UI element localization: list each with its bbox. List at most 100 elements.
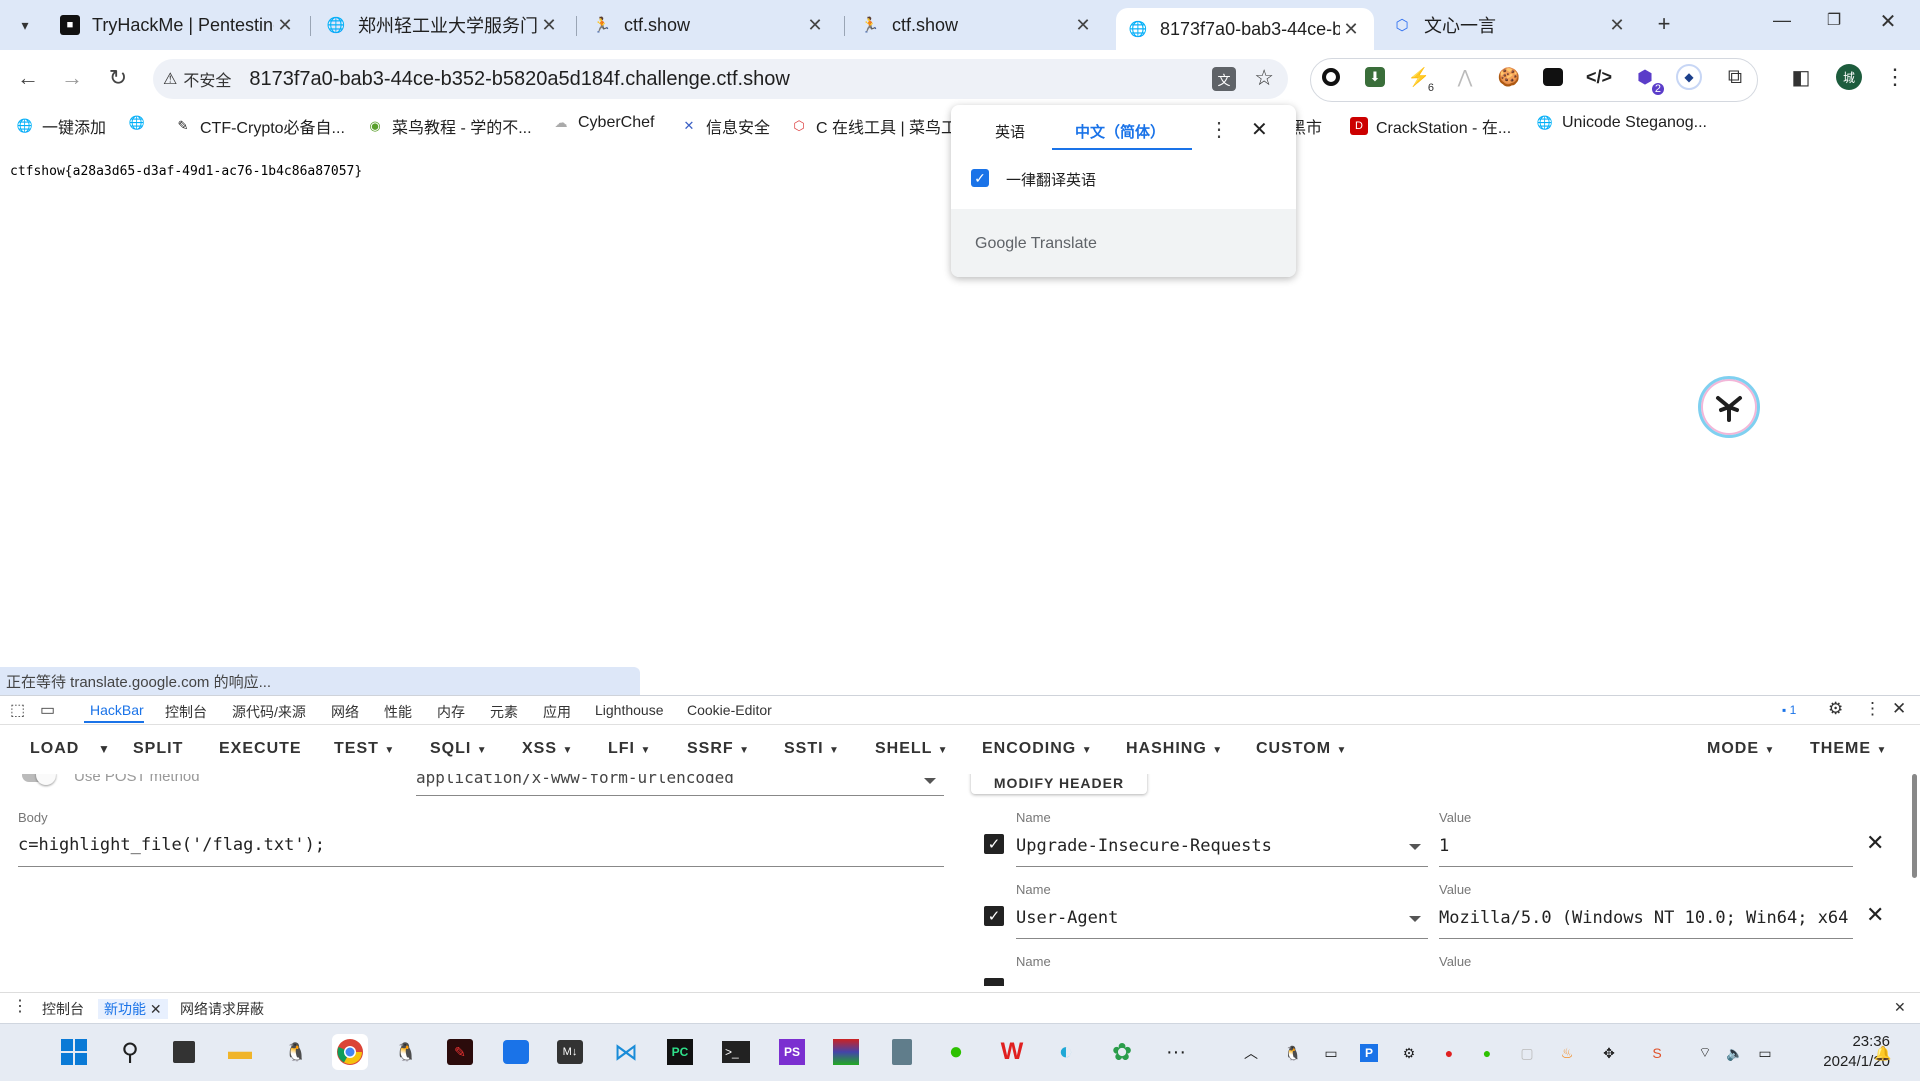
tab-manager-icon[interactable]: ⚡ 6 [1404, 62, 1434, 95]
download-ext-icon[interactable]: ⬇ [1360, 62, 1390, 92]
xss-menu[interactable]: XSS ▼ [522, 740, 573, 758]
bookmark-item[interactable]: ✎ CTF-Crypto必备自... [174, 114, 345, 138]
split-button[interactable]: SPLIT [133, 740, 183, 758]
bookmark-item[interactable]: ⬡ C 在线工具 | 菜鸟工 [790, 114, 957, 138]
reload-icon[interactable]: ↻ [102, 62, 134, 94]
device-toggle-icon[interactable]: ▭ [40, 700, 55, 720]
p-app-icon[interactable]: P [1358, 1042, 1380, 1064]
bookmark-item[interactable]: ☁ CyberChef [552, 114, 655, 132]
phpstorm-icon[interactable]: PS [774, 1034, 810, 1070]
qq-icon[interactable]: 🐧 [278, 1034, 314, 1070]
ssrf-menu[interactable]: SSRF ▼ [687, 740, 750, 758]
terminal-app-icon[interactable]: ✎ [442, 1034, 478, 1070]
display-icon[interactable]: ▭ [1320, 1042, 1342, 1064]
settings-gear-icon[interactable]: ⚙ [1828, 699, 1843, 719]
chevron-down-icon[interactable] [1409, 916, 1421, 922]
header-enabled-checkbox[interactable]: ✓ [984, 906, 1004, 926]
execute-button[interactable]: EXECUTE [219, 740, 302, 758]
load-dropdown-icon[interactable]: ▼ [98, 742, 111, 756]
calculator-icon[interactable] [884, 1034, 920, 1070]
use-post-toggle[interactable] [22, 774, 56, 785]
pycharm-icon[interactable]: PC [662, 1034, 698, 1070]
tab-search-button[interactable]: ▾ [12, 12, 38, 38]
code-icon[interactable]: </> [1584, 62, 1614, 92]
chevron-down-icon[interactable] [1409, 844, 1421, 850]
markdown-editor-icon[interactable]: M↓ [552, 1034, 588, 1070]
close-window-button[interactable]: ✕ [1868, 9, 1908, 37]
lfi-menu[interactable]: LFI ▼ [608, 740, 651, 758]
qq-alt-icon[interactable]: 🐧 [388, 1034, 424, 1070]
hackbar-ext-icon[interactable]: ⬢ 2 [1630, 62, 1664, 95]
photos-icon[interactable] [498, 1034, 534, 1070]
floating-assistant-icon[interactable] [1698, 376, 1760, 438]
close-drawer-icon[interactable]: ✕ [1894, 999, 1906, 1016]
devtools-menu-icon[interactable]: ⋮ [1864, 699, 1881, 719]
header-name-input[interactable]: User-Agent [1016, 908, 1356, 928]
scrollbar[interactable] [1912, 774, 1917, 878]
tab-zzuli[interactable]: 🌐 郑州轻工业大学服务门户-F ✕ [312, 8, 572, 42]
header-value-input[interactable]: 1 [1439, 836, 1851, 856]
browser-menu-icon[interactable]: ⋮ [1880, 62, 1910, 92]
devtools-tab-elements[interactable]: 元素 [490, 702, 518, 722]
app-tray-icon-2[interactable]: ✥ [1598, 1042, 1620, 1064]
enctype-select[interactable]: application/x-www-form-urlencoded [416, 774, 734, 787]
test-menu[interactable]: TEST ▼ [334, 740, 395, 758]
close-tab-icon[interactable]: ✕ [274, 15, 296, 36]
minimize-button[interactable]: — [1762, 10, 1802, 38]
battery-icon[interactable]: ▭ [1754, 1042, 1776, 1064]
not-secure-chip[interactable]: ⚠ 不安全 [163, 67, 231, 91]
header-enabled-checkbox[interactable] [984, 978, 1004, 986]
remove-header-icon[interactable]: ✕ [1866, 902, 1884, 928]
close-tab-icon[interactable]: ✕ [538, 15, 560, 36]
close-devtools-icon[interactable]: ✕ [1892, 699, 1906, 719]
wifi-icon[interactable]: ⌔ [1694, 1042, 1716, 1064]
translate-icon[interactable]: 文 [1212, 67, 1236, 91]
custom-menu[interactable]: CUSTOM ▼ [1256, 740, 1347, 758]
cookie-icon[interactable]: 🍪 [1494, 62, 1524, 92]
hashing-menu[interactable]: HASHING ▼ [1126, 740, 1223, 758]
mode-menu[interactable]: MODE ▼ [1707, 740, 1775, 758]
record-icon[interactable] [1316, 62, 1346, 92]
close-tab-icon[interactable]: ✕ [1340, 19, 1362, 40]
devtools-tab-lighthouse[interactable]: Lighthouse [595, 702, 664, 718]
tab-wenxin[interactable]: ⬡ 文心一言 ✕ [1380, 8, 1640, 42]
inspect-icon[interactable]: ⬚ [10, 700, 25, 720]
bookmark-item[interactable]: 🌐 [128, 114, 154, 132]
more-apps-icon[interactable]: ··· [1158, 1034, 1194, 1070]
file-explorer-icon[interactable]: ▬ [222, 1034, 258, 1070]
drawer-tab-request-blocking[interactable]: 网络请求屏蔽 [180, 999, 264, 1019]
remove-header-icon[interactable]: ✕ [1866, 830, 1884, 856]
restore-button[interactable]: ❐ [1814, 10, 1854, 38]
tab-ctfshow-2[interactable]: 🏃 ctf.show ✕ [846, 8, 1106, 42]
stripe-ext-icon[interactable] [1538, 62, 1568, 92]
devtools-tab-cookie-editor[interactable]: Cookie-Editor [687, 702, 772, 718]
devtools-tab-hackbar[interactable]: HackBar [90, 702, 144, 718]
url-text[interactable]: 8173f7a0-bab3-44ce-b352-b5820a5d184f.cha… [249, 68, 789, 91]
header-enabled-checkbox[interactable]: ✓ [984, 834, 1004, 854]
clipboard-icon[interactable]: ▢ [1516, 1042, 1538, 1064]
bookmark-item[interactable]: D CrackStation - 在... [1350, 114, 1511, 138]
drawer-tab-whats-new[interactable]: 新功能 ✕ [98, 999, 168, 1019]
close-tab-icon[interactable]: ✕ [1072, 15, 1094, 36]
sqli-menu[interactable]: SQLI ▼ [430, 740, 488, 758]
tab-challenge-active[interactable]: 🌐 8173f7a0-bab3-44ce-b3 ✕ [1116, 8, 1374, 50]
bookmark-item[interactable]: ◉ 菜鸟教程 - 学的不... [366, 114, 531, 138]
bookmark-item[interactable]: ✕ 信息安全 [680, 114, 770, 138]
header-name-input[interactable]: Upgrade-Insecure-Requests [1016, 836, 1356, 856]
s-app-icon[interactable]: S [1646, 1042, 1668, 1064]
game-app-icon[interactable]: ✿ [1104, 1034, 1140, 1070]
body-input[interactable]: c=highlight_file('/flag.txt'); [18, 835, 325, 855]
close-tab-icon[interactable]: ✕ [1606, 15, 1628, 36]
wappalyzer-icon[interactable]: ⋀ [1450, 62, 1480, 92]
edge-icon[interactable]: ◐ [1048, 1034, 1084, 1070]
app-tray-icon[interactable]: ⚙ [1398, 1042, 1420, 1064]
devtools-tab-console[interactable]: 控制台 [165, 702, 207, 722]
devtools-tab-memory[interactable]: 内存 [437, 702, 465, 722]
task-view-icon[interactable] [166, 1034, 202, 1070]
bookmark-item[interactable]: 🌐 Unicode Steganog... [1536, 114, 1707, 132]
tab-ctfshow-1[interactable]: 🏃 ctf.show ✕ [578, 8, 838, 42]
always-translate-checkbox[interactable]: ✓ [971, 169, 989, 187]
avatar[interactable]: 城 [1834, 62, 1864, 92]
start-windows-icon[interactable] [56, 1034, 92, 1070]
issues-badge[interactable]: ▪ 1 [1782, 703, 1796, 717]
